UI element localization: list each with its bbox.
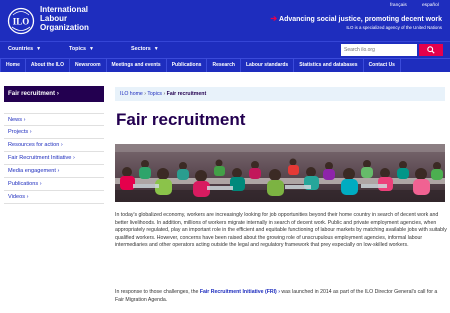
- countries-dropdown[interactable]: Countries ▼: [8, 46, 41, 52]
- sidebar-item-label: Resources for action: [8, 142, 60, 148]
- lang-french-link[interactable]: français: [390, 3, 407, 8]
- sidebar-item-videos[interactable]: Videos ›: [4, 191, 104, 204]
- nav-item-publications[interactable]: Publications: [167, 59, 208, 72]
- topics-dropdown[interactable]: Topics ▼: [69, 46, 94, 52]
- sidebar-item-label: Fair Recruitment Initiative: [8, 155, 72, 161]
- topics-label: Topics: [69, 46, 86, 52]
- org-name-line: Labour: [40, 14, 68, 23]
- tagline: ➔ Advancing social justice, promoting dec…: [270, 14, 442, 23]
- sidebar-item-label: Publications: [8, 181, 39, 187]
- chevron-down-icon: ▼: [88, 46, 94, 52]
- nav-item-home[interactable]: Home: [0, 59, 26, 72]
- site-header: ILO International Labour Organization fr…: [0, 0, 450, 41]
- chevron-right-icon: ›: [56, 90, 59, 97]
- nav-item-research[interactable]: Research: [207, 59, 241, 72]
- search-input[interactable]: [341, 44, 417, 56]
- svg-text:ILO: ILO: [13, 17, 30, 27]
- search-button[interactable]: [419, 44, 443, 56]
- sidebar-title-label: Fair recruitment: [8, 90, 56, 97]
- chevron-right-icon: ›: [72, 155, 75, 161]
- chevron-right-icon: ›: [60, 142, 63, 148]
- chevron-right-icon: ›: [57, 168, 60, 174]
- photo-image: [115, 144, 445, 202]
- fri-paragraph-text: In response to those challenges, the: [115, 289, 199, 295]
- main-nav: Home About the ILO Newsroom Meetings and…: [0, 58, 450, 72]
- sidebar-list: News › Projects › Resources for action ›…: [4, 113, 104, 204]
- countries-label: Countries: [8, 46, 34, 52]
- nav-item-statistics[interactable]: Statistics and databases: [294, 59, 364, 72]
- ilo-logo-icon[interactable]: ILO: [7, 7, 35, 35]
- sidebar-item-resources[interactable]: Resources for action ›: [4, 139, 104, 152]
- sidebar-item-fri[interactable]: Fair Recruitment Initiative ›: [4, 152, 104, 165]
- nav-item-newsroom[interactable]: Newsroom: [70, 59, 107, 72]
- chevron-right-icon: ›: [29, 129, 32, 135]
- sectors-dropdown[interactable]: Sectors ▼: [131, 46, 159, 52]
- nav-item-about[interactable]: About the ILO: [26, 59, 70, 72]
- sidebar-item-media[interactable]: Media engagement ›: [4, 165, 104, 178]
- intro-paragraph: In today's globalized economy, workers a…: [115, 212, 447, 249]
- nav-item-labour-standards[interactable]: Labour standards: [241, 59, 295, 72]
- org-name[interactable]: International Labour Organization: [40, 5, 120, 32]
- org-name-line: International: [40, 5, 89, 14]
- nav-item-contact[interactable]: Contact Us: [364, 59, 401, 72]
- search-icon: [427, 46, 435, 54]
- breadcrumb-home-link[interactable]: ILO home: [120, 91, 143, 97]
- chevron-right-icon: ›: [39, 181, 42, 187]
- sidebar-item-label: Projects: [8, 129, 29, 135]
- page-title: Fair recruitment: [116, 110, 246, 129]
- chevron-right-icon: ›: [26, 194, 29, 200]
- chevron-right-icon: ›: [23, 117, 26, 123]
- chevron-right-icon: ›: [278, 289, 280, 295]
- sidebar-item-label: Videos: [8, 194, 26, 200]
- org-name-line: Organization: [40, 23, 89, 32]
- sidebar-item-news[interactable]: News ›: [4, 113, 104, 126]
- chevron-right-icon: ›: [144, 91, 146, 97]
- sidebar-item-label: News: [8, 117, 22, 123]
- lang-spanish-link[interactable]: español: [422, 3, 439, 8]
- fri-link[interactable]: Fair Recruitment Initiative (FRI) ›: [200, 289, 280, 295]
- breadcrumb: ILO home › Topics › Fair recruitment: [115, 87, 445, 101]
- nav-item-meetings[interactable]: Meetings and events: [107, 59, 167, 72]
- breadcrumb-topics-link[interactable]: Topics: [147, 91, 162, 97]
- selector-bar: Countries ▼ Topics ▼ Sectors ▼: [0, 41, 450, 58]
- arrow-right-icon: ➔: [270, 14, 278, 23]
- chevron-right-icon: ›: [163, 91, 166, 97]
- subtagline: ILO is a specialized agency of the Unite…: [346, 25, 442, 30]
- sidebar-item-label: Media engagement: [8, 168, 56, 174]
- fri-link-label: Fair Recruitment Initiative (FRI): [199, 289, 277, 295]
- sidebar-item-projects[interactable]: Projects ›: [4, 126, 104, 139]
- breadcrumb-current: Fair recruitment: [166, 91, 207, 97]
- chevron-down-icon: ▼: [36, 46, 42, 52]
- sectors-label: Sectors: [131, 46, 151, 52]
- fri-paragraph: In response to those challenges, the Fai…: [115, 289, 447, 304]
- sidebar-item-publications[interactable]: Publications ›: [4, 178, 104, 191]
- tagline-text: Advancing social justice, promoting dece…: [279, 16, 442, 23]
- sidebar-title[interactable]: Fair recruitment ›: [4, 86, 104, 102]
- garment-workers-photo: [115, 144, 445, 202]
- chevron-down-icon: ▼: [153, 46, 159, 52]
